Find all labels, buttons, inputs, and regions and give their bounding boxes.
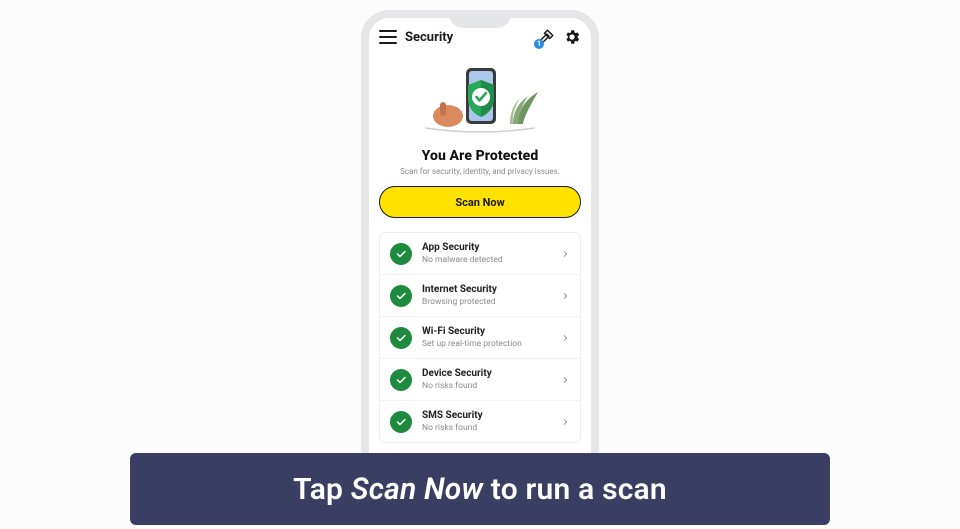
tools-badge: 1 xyxy=(534,39,544,49)
item-title: Device Security xyxy=(422,368,551,380)
caption-suffix: to run a scan xyxy=(483,472,667,507)
caption-emphasis: Scan Now xyxy=(351,472,483,507)
list-item-app-security[interactable]: App Security No malware detected xyxy=(380,233,580,274)
phone-frame: Security 1 xyxy=(361,10,599,478)
check-circle-icon xyxy=(390,327,412,349)
tools-icon[interactable]: 1 xyxy=(537,28,555,46)
item-subtitle: Browsing protected xyxy=(422,297,551,307)
scan-now-button[interactable]: Scan Now xyxy=(379,186,581,218)
list-item-internet-security[interactable]: Internet Security Browsing protected xyxy=(380,274,580,316)
chevron-right-icon xyxy=(561,332,570,344)
list-item-sms-security[interactable]: SMS Security No risks found xyxy=(380,400,580,442)
item-subtitle: No risks found xyxy=(422,381,551,391)
item-subtitle: No malware detected xyxy=(422,255,551,265)
scan-now-label: Scan Now xyxy=(455,196,504,209)
chevron-right-icon xyxy=(561,248,570,260)
chevron-right-icon xyxy=(561,374,570,386)
check-circle-icon xyxy=(390,243,412,265)
hero-subtitle: Scan for security, identity, and privacy… xyxy=(379,167,581,176)
item-title: SMS Security xyxy=(422,410,551,422)
security-list: App Security No malware detected Interne… xyxy=(379,232,581,443)
phone-notch xyxy=(449,10,511,28)
item-title: Internet Security xyxy=(422,284,551,296)
list-item-wifi-security[interactable]: Wi-Fi Security Set up real-time protecti… xyxy=(380,316,580,358)
caption-prefix: Tap xyxy=(293,472,351,507)
chevron-right-icon xyxy=(561,290,570,302)
item-title: Wi-Fi Security xyxy=(422,326,551,338)
check-circle-icon xyxy=(390,411,412,433)
protected-illustration xyxy=(410,62,550,142)
item-subtitle: Set up real-time protection xyxy=(422,339,551,349)
list-item-device-security[interactable]: Device Security No risks found xyxy=(380,358,580,400)
chevron-right-icon xyxy=(561,416,570,428)
hero-title: You Are Protected xyxy=(379,148,581,164)
instruction-caption: Tap Scan Now to run a scan xyxy=(130,453,830,525)
settings-gear-icon[interactable] xyxy=(563,28,581,46)
hamburger-menu-icon[interactable] xyxy=(379,30,397,44)
check-circle-icon xyxy=(390,285,412,307)
item-subtitle: No risks found xyxy=(422,423,551,433)
item-title: App Security xyxy=(422,242,551,254)
check-circle-icon xyxy=(390,369,412,391)
page-title: Security xyxy=(405,30,453,45)
hero-section: You Are Protected Scan for security, ide… xyxy=(369,56,591,176)
